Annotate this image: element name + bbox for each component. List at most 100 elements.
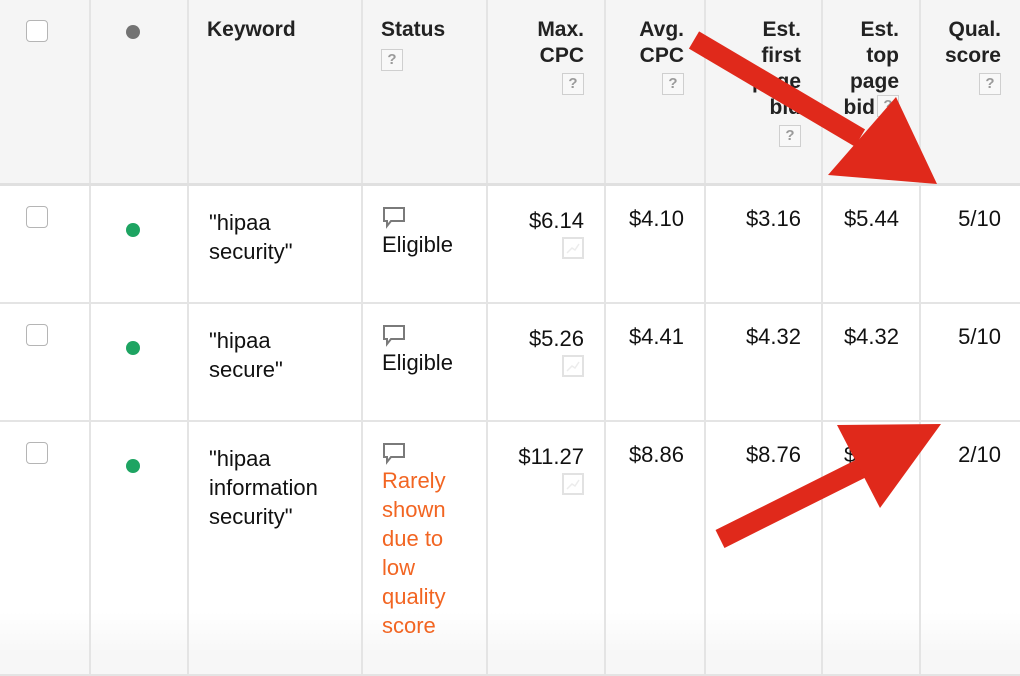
qual-score-cell: 5/10 (919, 183, 1020, 304)
row-status-dot-cell[interactable] (89, 420, 189, 676)
max-cpc-cell[interactable]: $5.26 (486, 302, 606, 422)
column-header-status[interactable]: Status ? (361, 0, 488, 186)
header-label-line: Qual. (948, 18, 1001, 41)
help-icon[interactable]: ? (662, 73, 684, 95)
table-row[interactable]: "hipaa secure" Eligible $5.26 $4.41 $4.3… (0, 302, 1020, 422)
est-first-page-bid-value: $4.32 (745, 324, 801, 349)
header-label-line: page (751, 70, 801, 93)
qual-score-cell: 2/10 (919, 420, 1020, 676)
status-text-line: score (382, 613, 436, 638)
status-cell: Rarely shown due to low quality score (361, 420, 488, 676)
header-label-line: bid (769, 96, 802, 119)
status-cell: Eligible (361, 302, 488, 422)
est-first-page-bid-cell: $4.32 (704, 302, 823, 422)
est-first-page-bid-cell: $3.16 (704, 183, 823, 304)
header-label-line: CPC (639, 44, 684, 67)
header-label-line: top (866, 44, 899, 67)
header-label-line: bid? (823, 95, 899, 121)
row-select-cell (0, 183, 91, 304)
keyword-text-line: "hipaa (209, 328, 271, 353)
bid-simulator-chart-icon[interactable] (562, 237, 584, 259)
est-first-page-bid-value: $8.76 (745, 442, 801, 467)
max-cpc-value: $11.27 (518, 444, 584, 469)
row-status-dot-cell[interactable] (89, 302, 189, 422)
bid-simulator-chart-icon[interactable] (562, 355, 584, 377)
est-first-page-bid-value: $3.16 (745, 206, 801, 231)
bid-simulator-chart-icon[interactable] (562, 473, 584, 495)
max-cpc-value: $6.14 (528, 208, 584, 233)
row-select-cell (0, 302, 91, 422)
table-row[interactable]: "hipaa security" Eligible $6.14 $4.10 $3… (0, 183, 1020, 304)
header-label-line: CPC (539, 44, 584, 67)
status-cell: Eligible (361, 183, 488, 304)
status-dot-header[interactable] (89, 0, 189, 186)
speech-bubble-icon[interactable] (382, 442, 406, 466)
column-header-est-top-page-bid[interactable]: Est. top page bid? (821, 0, 921, 186)
avg-cpc-cell: $4.10 (604, 183, 706, 304)
avg-cpc-value: $4.41 (628, 324, 684, 349)
select-all-checkbox[interactable] (26, 20, 48, 42)
keyword-header-label: Keyword (207, 18, 296, 41)
help-icon[interactable]: ? (381, 49, 403, 71)
speech-bubble-icon[interactable] (382, 324, 406, 348)
header-label-line: Max. (537, 18, 584, 41)
max-cpc-cell[interactable]: $11.27 (486, 420, 606, 676)
row-select-cell (0, 420, 91, 676)
keyword-text-line: "hipaa (209, 446, 271, 471)
enabled-status-dot-icon (126, 459, 140, 473)
avg-cpc-cell: $8.86 (604, 420, 706, 676)
header-label-line: Avg. (639, 18, 684, 41)
est-top-page-bid-value: $5.44 (843, 206, 899, 231)
est-first-page-bid-cell: $8.76 (704, 420, 823, 676)
speech-bubble-icon[interactable] (382, 206, 406, 230)
column-header-est-first-page-bid[interactable]: Est. first page bid ? (704, 0, 823, 186)
keywords-table: Keyword Status ? Max. CPC ? Avg. CPC ? E… (0, 0, 1020, 676)
header-label-word: bid (843, 96, 876, 119)
keyword-cell[interactable]: "hipaa secure" (187, 302, 363, 422)
keyword-cell[interactable]: "hipaa security" (187, 183, 363, 304)
status-text: Eligible (382, 350, 453, 375)
enabled-status-dot-icon (126, 223, 140, 237)
row-checkbox[interactable] (26, 442, 48, 464)
keyword-text-line: secure" (209, 357, 283, 382)
header-label-line: Est. (762, 18, 801, 41)
column-header-keyword[interactable]: Keyword (187, 0, 363, 186)
help-icon[interactable]: ? (979, 73, 1001, 95)
help-icon[interactable]: ? (562, 73, 584, 95)
keyword-text-line: security" (209, 239, 293, 264)
est-top-page-bid-cell: $9.07 (821, 420, 921, 676)
status-warning-text: Rarely shown due to low quality score (382, 466, 486, 640)
column-header-qual-score[interactable]: Qual. score ? (919, 0, 1020, 186)
header-label-line: page (849, 70, 899, 93)
keyword-text-line: security" (209, 504, 293, 529)
header-label-line: first (761, 44, 801, 67)
table-header-row: Keyword Status ? Max. CPC ? Avg. CPC ? E… (0, 0, 1020, 186)
enabled-status-dot-icon (126, 341, 140, 355)
status-text-line: shown (382, 497, 446, 522)
avg-cpc-cell: $4.41 (604, 302, 706, 422)
help-icon[interactable]: ? (779, 125, 801, 147)
status-header-label: Status (381, 18, 446, 41)
keyword-cell[interactable]: "hipaa information security" (187, 420, 363, 676)
select-all-cell (0, 0, 91, 186)
est-top-page-bid-value: $4.32 (843, 324, 899, 349)
row-status-dot-cell[interactable] (89, 183, 189, 304)
help-icon[interactable]: ? (877, 95, 899, 117)
status-text-line: Rarely (382, 468, 446, 493)
header-label-line: Est. (860, 18, 899, 41)
max-cpc-value: $5.26 (528, 326, 584, 351)
keyword-text-line: information (209, 475, 318, 500)
avg-cpc-value: $8.86 (628, 442, 684, 467)
table-row[interactable]: "hipaa information security" Rarely show… (0, 420, 1020, 676)
status-text: Eligible (382, 232, 453, 257)
status-dot-icon (126, 25, 140, 39)
column-header-max-cpc[interactable]: Max. CPC ? (486, 0, 606, 186)
row-checkbox[interactable] (26, 324, 48, 346)
qual-score-value: 5/10 (958, 324, 1001, 349)
status-text-line: low (382, 555, 416, 580)
qual-score-value: 2/10 (958, 442, 1001, 467)
max-cpc-cell[interactable]: $6.14 (486, 183, 606, 304)
row-checkbox[interactable] (26, 206, 48, 228)
column-header-avg-cpc[interactable]: Avg. CPC ? (604, 0, 706, 186)
avg-cpc-value: $4.10 (628, 206, 684, 231)
